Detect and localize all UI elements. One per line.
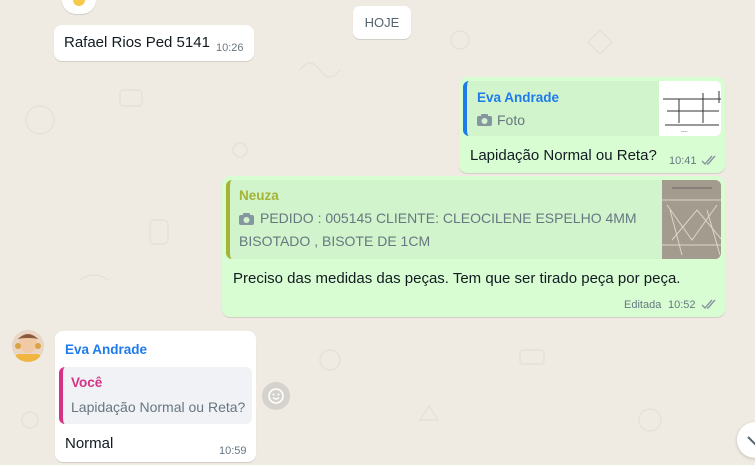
quote-author: Eva Andrade	[477, 90, 560, 105]
message-text: Lapidação Normal ou Reta?	[470, 147, 657, 164]
emoji-reaction-button[interactable]	[262, 382, 290, 410]
hand-emoji-icon	[73, 0, 85, 6]
message-time: 10:26	[216, 42, 244, 54]
double-check-icon	[701, 299, 716, 310]
quoted-message[interactable]: Neuza PEDIDO : 005145 CLIENTE: CLEOCILEN…	[226, 180, 721, 259]
avatar[interactable]	[12, 330, 44, 362]
quote-text: Lapidação Normal ou Reta?	[71, 399, 246, 415]
quote-author: Neuza	[239, 188, 279, 203]
quote-author: Você	[71, 375, 103, 390]
message-time: 10:59	[219, 445, 247, 457]
quote-text: Foto	[497, 112, 526, 128]
quoted-photo-thumbnail: ----	[659, 81, 721, 136]
message-text: Normal	[65, 435, 114, 452]
quoted-message[interactable]: Você Lapidação Normal ou Reta?	[59, 367, 252, 424]
camera-icon	[477, 113, 492, 126]
svg-text:----: ----	[681, 129, 688, 135]
sender-name: Eva Andrade	[65, 342, 148, 357]
quote-text-line-2: BISOTADO , BISOTE DE 1CM	[239, 233, 431, 249]
camera-icon	[239, 212, 254, 225]
edited-label: Editada	[624, 299, 662, 311]
incoming-message-4[interactable]: Eva Andrade Você Lapidação Normal ou Ret…	[55, 331, 256, 462]
message-text: Preciso das medidas das peças. Tem que s…	[233, 270, 681, 287]
scroll-to-bottom-button[interactable]	[737, 422, 755, 458]
double-check-icon	[701, 155, 716, 166]
outgoing-message-3[interactable]: Neuza PEDIDO : 005145 CLIENTE: CLEOCILEN…	[222, 176, 725, 317]
quoted-message[interactable]: Eva Andrade Foto ----	[463, 81, 721, 136]
outgoing-message-2[interactable]: Eva Andrade Foto ---- Lapidação Normal o…	[459, 77, 725, 173]
emoji-icon	[268, 388, 284, 404]
message-time: 10:52	[668, 299, 696, 311]
incoming-message-1[interactable]: Rafael Rios Ped 5141 10:26	[54, 25, 254, 61]
message-time: 10:41	[669, 155, 697, 167]
chevron-down-icon	[747, 436, 755, 446]
message-text: Rafael Rios Ped 5141	[64, 34, 210, 51]
partial-emoji-bubble	[62, 0, 96, 14]
date-divider: HOJE	[353, 6, 411, 39]
quote-text-line-1: PEDIDO : 005145 CLIENTE: CLEOCILENE ESPE…	[260, 210, 637, 226]
quoted-photo-thumbnail	[662, 180, 721, 259]
